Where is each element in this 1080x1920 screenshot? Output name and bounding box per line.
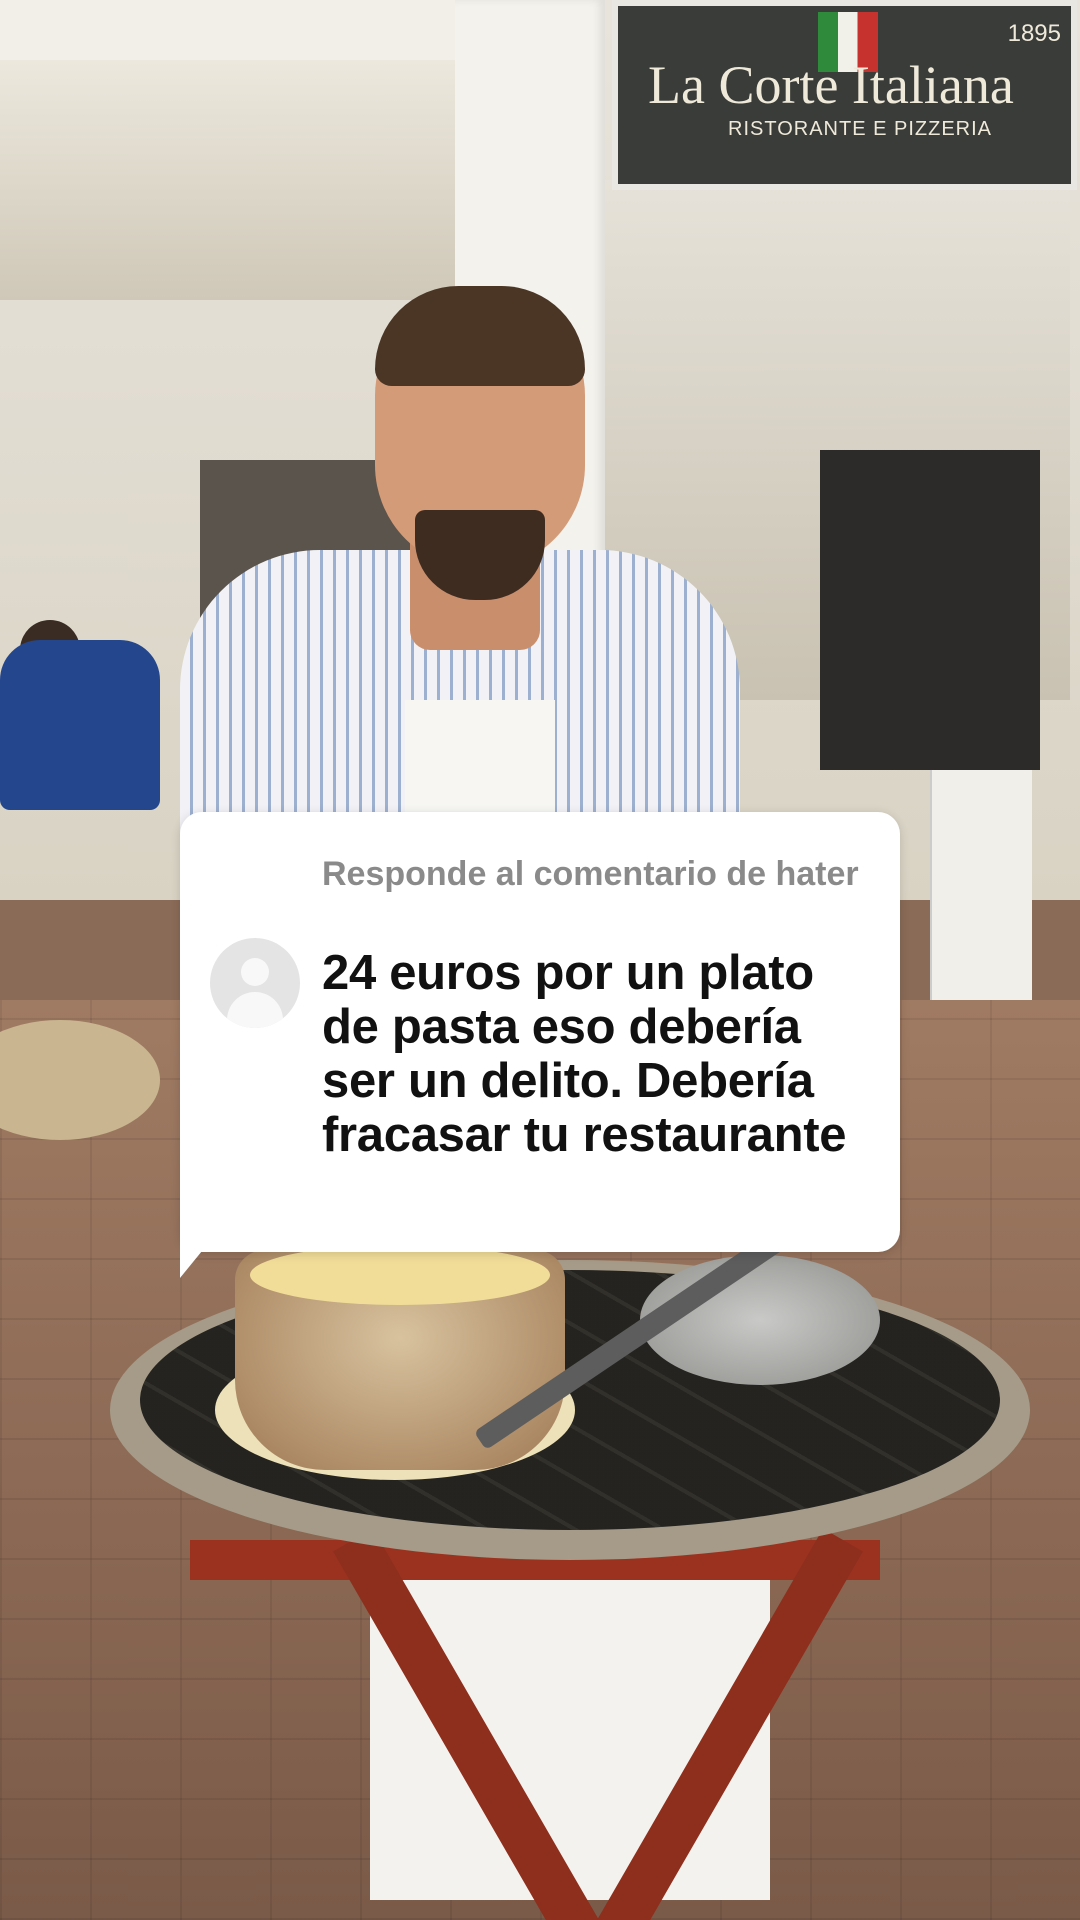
comment-sticker-tail <box>180 1224 224 1278</box>
porch-ceiling <box>0 60 460 300</box>
background-person <box>0 640 160 810</box>
restaurant-doorway <box>820 450 1040 770</box>
pasta-topping <box>250 1245 550 1305</box>
avatar-body-shape <box>227 992 283 1028</box>
sign-title: La Corte Italiana <box>648 55 1014 115</box>
avatar-head-shape <box>241 958 269 986</box>
sign-subtitle: RISTORANTE E PIZZERIA <box>728 118 992 140</box>
restaurant-sign: 1895 La Corte Italiana RISTORANTE E PIZZ… <box>612 0 1077 190</box>
reply-label: Responde al comentario de hater <box>322 855 859 893</box>
sign-number: 1895 <box>1007 20 1061 47</box>
comment-text: 24 euros por un plato de pasta eso deber… <box>322 946 847 1162</box>
default-user-avatar-icon <box>210 938 300 1028</box>
